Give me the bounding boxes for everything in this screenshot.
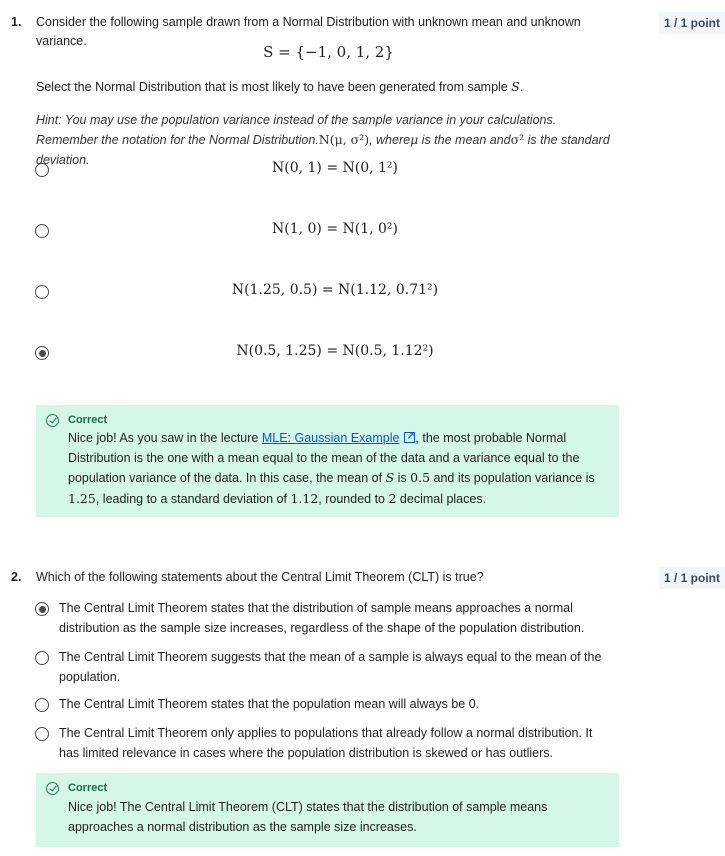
instruction-post: . [519, 80, 524, 94]
hint-sigma: σ² [510, 132, 525, 147]
instruction-var: S [511, 79, 520, 94]
q2-option-2-label[interactable]: The Central Limit Theorem suggests that … [59, 648, 609, 687]
fb-part-3: is [394, 471, 411, 485]
q1-option-2-label[interactable]: N(1, 0) = N(1, 0²) [60, 221, 610, 237]
fb-part-5: , leading to a standard deviation of [95, 491, 291, 506]
question-2-points: 1 / 1 point [659, 567, 725, 589]
hint-text-c: is the mean and [418, 133, 511, 147]
hint-text-b: , where [369, 133, 411, 147]
q2-option-3-radio[interactable] [35, 698, 49, 712]
fb-var-s: S [385, 470, 395, 485]
q2-feedback: Correct Nice job! The Central Limit Theo… [36, 773, 619, 847]
q2-option-1-label[interactable]: The Central Limit Theorem states that th… [59, 599, 609, 638]
sample-set: S = {−1, 0, 1, 2} [263, 43, 394, 61]
hint-mu: μ [410, 132, 419, 147]
q1-option-1-label[interactable]: N(0, 1) = N(0, 1²) [60, 160, 610, 176]
q1-option-2-radio[interactable] [35, 224, 49, 238]
q1-option-3-label[interactable]: N(1.25, 0.5) = N(1.12, 0.71²) [60, 282, 610, 298]
q2-option-4-radio[interactable] [35, 727, 49, 741]
check-circle-icon [46, 414, 59, 427]
q2-feedback-text: Nice job! The Central Limit Theorem (CLT… [68, 800, 548, 834]
mle-gaussian-example-link[interactable]: MLE: Gaussian Example [262, 431, 400, 445]
check-circle-icon [46, 782, 59, 795]
fb-part-4: and its population variance is [430, 471, 595, 485]
q2-feedback-title: Correct [68, 782, 108, 794]
fb-part-7: decimal places. [396, 491, 487, 506]
question-2-prompt: Which of the following statements about … [36, 570, 484, 584]
question-1-number: 1. [11, 15, 22, 29]
external-link-icon[interactable] [404, 427, 416, 447]
fb-part-6: , rounded to [318, 491, 389, 506]
fb-sd: 1.12 [290, 490, 319, 506]
q2-option-1-radio[interactable] [35, 602, 49, 616]
question-1-instruction: Select the Normal Distribution that is m… [36, 77, 621, 97]
q2-option-3-label[interactable]: The Central Limit Theorem states that th… [59, 695, 609, 715]
question-2-number: 2. [11, 570, 22, 584]
q2-option-4-label[interactable]: The Central Limit Theorem only applies t… [59, 724, 609, 763]
q2-option-2-radio[interactable] [35, 651, 49, 665]
q1-option-4-label[interactable]: N(0.5, 1.25) = N(0.5, 1.12²) [60, 343, 610, 359]
q1-feedback-text: Nice job! As you saw in the lecture MLE:… [68, 427, 613, 509]
fb-mean: 0.5 [410, 470, 431, 485]
hint-math: N(μ, σ²) [318, 132, 370, 147]
q1-feedback-title: Correct [68, 414, 108, 426]
instruction-pre: Select the Normal Distribution that is m… [36, 80, 512, 94]
q1-option-4-radio[interactable] [35, 346, 49, 360]
q1-option-1-radio[interactable] [35, 163, 49, 177]
fb-variance: 1.25 [68, 490, 96, 506]
fb-part-1: Nice job! As you saw in the lecture [68, 431, 262, 445]
q1-option-3-radio[interactable] [35, 285, 49, 299]
question-1-points: 1 / 1 point [659, 12, 725, 34]
q1-feedback: Correct Nice job! As you saw in the lect… [36, 405, 619, 517]
